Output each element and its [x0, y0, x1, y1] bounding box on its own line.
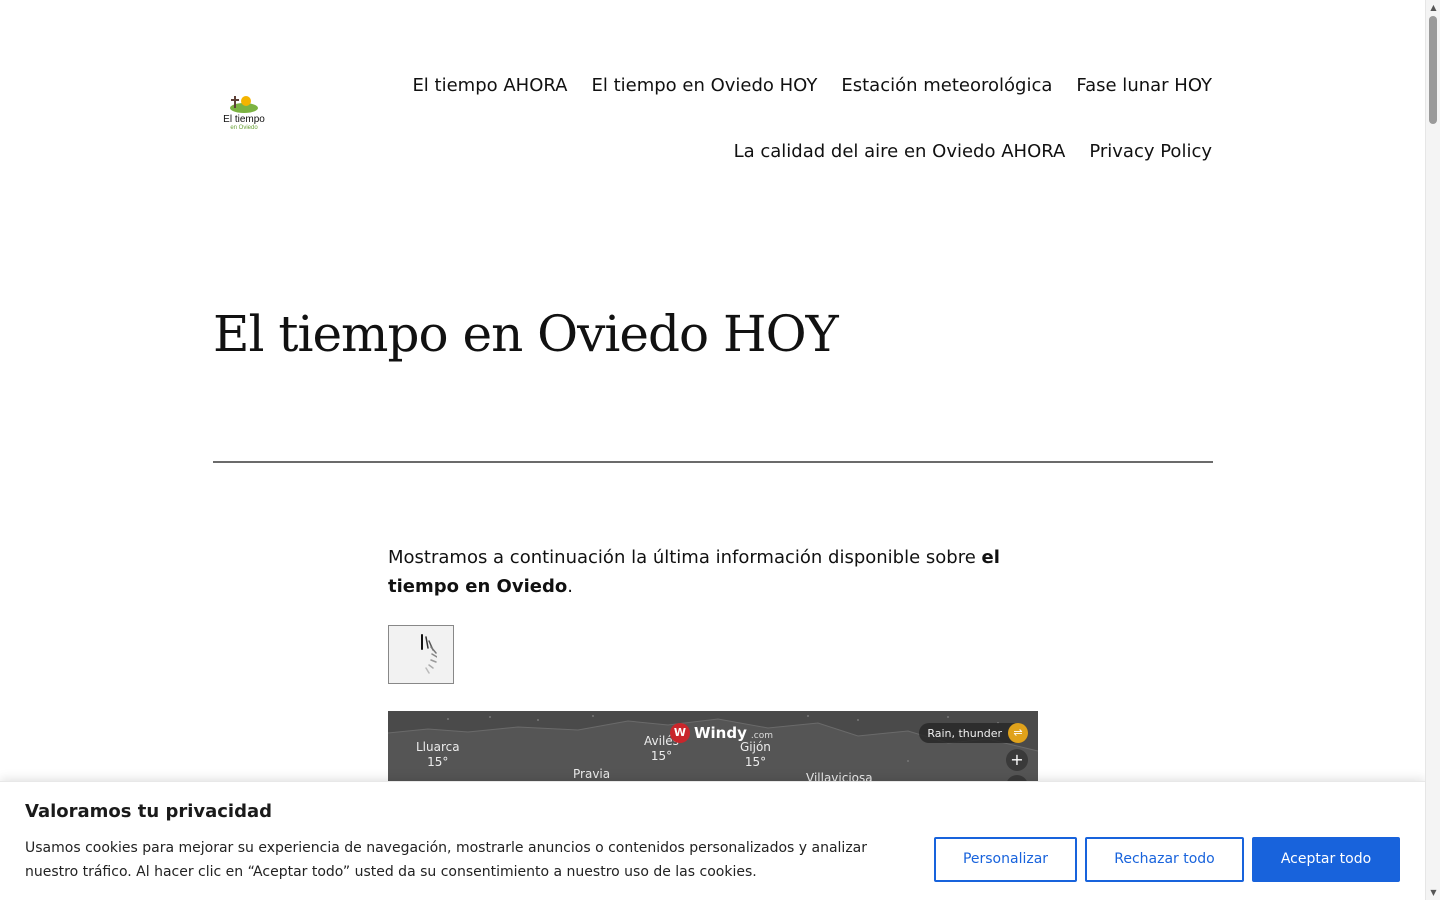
nav-row-1: El tiempo AHORA El tiempo en Oviedo HOY … — [332, 72, 1212, 98]
map-layer-selector[interactable]: Rain, thunder ⇌ — [919, 723, 1028, 743]
logo-title: El tiempo — [223, 114, 265, 125]
map-city-temp: 15° — [427, 755, 449, 769]
scroll-up-arrow-icon[interactable]: ▲ — [1426, 0, 1440, 15]
map-layer-label: Rain, thunder — [927, 726, 1002, 740]
page-scrollbar[interactable]: ▲ ▼ — [1425, 0, 1440, 900]
nav-link-tiempo-ahora[interactable]: El tiempo AHORA — [412, 75, 567, 96]
map-city-name: Pravia — [573, 767, 611, 781]
windy-brand-suffix: .com — [750, 731, 773, 741]
map-city-temp: 15° — [744, 755, 767, 769]
windy-brand-name: Windy — [694, 724, 747, 742]
map-city-pravia: Pravia — [573, 767, 610, 782]
map-city-temp: 15° — [650, 749, 673, 763]
rain-thunder-icon: ⇌ — [1008, 723, 1028, 743]
loading-widget — [388, 625, 454, 684]
cookie-description: Usamos cookies para mejorar su experienc… — [25, 840, 867, 880]
main-navigation: El tiempo AHORA El tiempo en Oviedo HOY … — [332, 72, 1212, 178]
loading-spinner-icon — [421, 634, 437, 674]
scroll-down-arrow-icon[interactable]: ▼ — [1426, 885, 1440, 900]
map-zoom-in-button[interactable]: + — [1006, 749, 1028, 771]
windy-weather-map[interactable]: Lluarca 15° Avilés 15° Gijón 15° Pravia … — [388, 711, 1038, 786]
cookie-title: Valoramos tu privacidad — [25, 801, 273, 822]
nav-link-fase-lunar[interactable]: Fase lunar HOY — [1076, 75, 1212, 96]
nav-link-estacion-meteorologica[interactable]: Estación meteorológica — [841, 75, 1052, 96]
nav-link-calidad-aire[interactable]: La calidad del aire en Oviedo AHORA — [734, 141, 1066, 162]
cookie-accept-all-button[interactable]: Aceptar todo — [1252, 837, 1400, 882]
intro-text: Mostramos a continuación la última infor… — [388, 547, 982, 568]
page-title: El tiempo en Oviedo HOY — [213, 305, 839, 363]
nav-link-tiempo-oviedo-hoy[interactable]: El tiempo en Oviedo HOY — [591, 75, 817, 96]
intro-suffix: . — [567, 576, 573, 597]
nav-link-privacy-policy[interactable]: Privacy Policy — [1089, 141, 1212, 162]
windy-brand-link[interactable]: W Windy .com — [670, 723, 773, 743]
logo-sun-icon — [230, 96, 258, 113]
title-separator — [213, 461, 1213, 463]
cookie-customize-button[interactable]: Personalizar — [934, 837, 1077, 882]
map-city-gijon: Gijón 15° — [740, 740, 771, 770]
map-city-name: Lluarca — [416, 740, 460, 754]
intro-paragraph: Mostramos a continuación la última infor… — [388, 543, 1038, 601]
map-city-lluarca: Lluarca 15° — [416, 740, 460, 770]
site-logo[interactable]: El tiempo en Oviedo — [220, 92, 268, 134]
cookie-reject-all-button[interactable]: Rechazar todo — [1085, 837, 1244, 882]
cookie-consent-banner: Valoramos tu privacidad Usamos cookies p… — [0, 781, 1425, 900]
logo-subtitle: en Oviedo — [230, 125, 258, 131]
windy-logo-icon: W — [670, 723, 690, 743]
scrollbar-thumb[interactable] — [1429, 16, 1437, 124]
nav-row-2: La calidad del aire en Oviedo AHORA Priv… — [332, 125, 1212, 178]
